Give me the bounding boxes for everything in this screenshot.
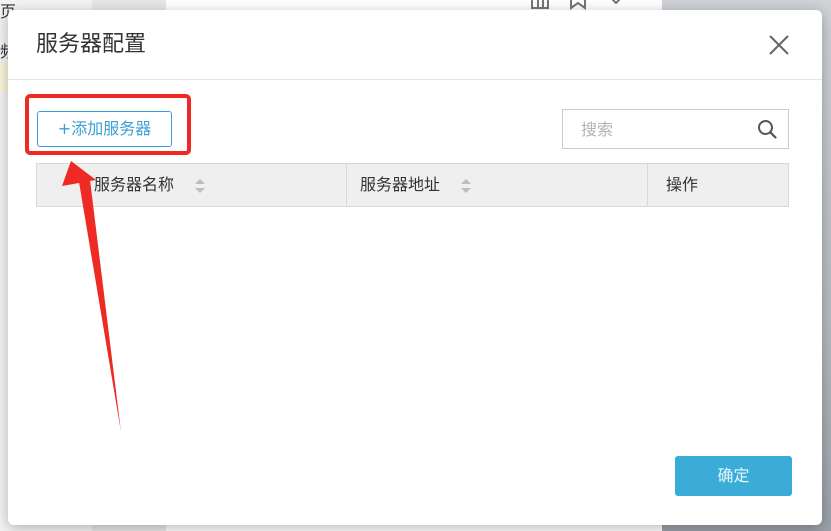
column-header-server-name[interactable]: 服务器名称 [37, 164, 346, 206]
search-box [562, 109, 789, 149]
sort-icon [195, 178, 206, 193]
close-icon [769, 35, 789, 55]
background-toolbar-icons [530, 0, 626, 10]
column-header-label: 服务器名称 [94, 175, 175, 194]
dialog-title: 服务器配置 [36, 32, 147, 57]
dialog-header: 服务器配置 [8, 10, 822, 80]
search-input[interactable] [563, 110, 748, 148]
column-header-label: 操作 [666, 175, 699, 194]
grid-icon [531, 0, 549, 9]
column-header-label: 服务器地址 [360, 175, 441, 194]
sort-icon [461, 178, 472, 193]
search-icon[interactable] [757, 119, 777, 139]
column-header-server-address[interactable]: 服务器地址 [346, 164, 647, 206]
add-server-button[interactable]: +添加服务器 [37, 111, 172, 147]
column-header-actions: 操作 [647, 164, 788, 206]
server-config-dialog: 服务器配置 +添加服务器 服务器名称 服务器地址 [8, 10, 822, 525]
close-icon [611, 0, 621, 5]
server-table-header: 服务器名称 服务器地址 操作 [36, 163, 789, 207]
close-button[interactable] [766, 32, 792, 58]
bookmark-icon [570, 0, 586, 10]
confirm-button[interactable]: 确定 [675, 456, 792, 496]
